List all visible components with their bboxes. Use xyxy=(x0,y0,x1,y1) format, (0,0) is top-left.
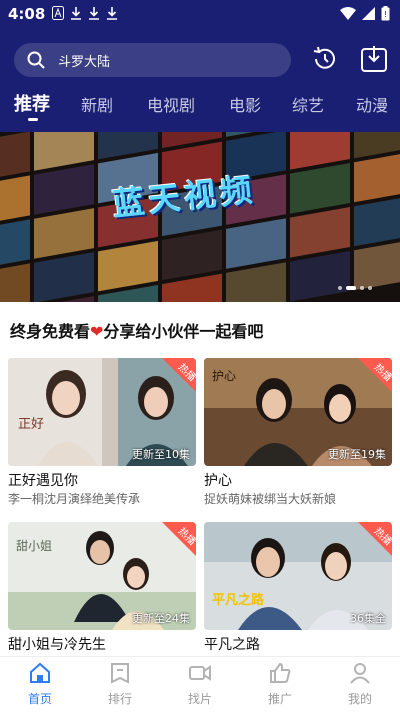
heart-icon: ❤ xyxy=(90,322,104,341)
tab-movies[interactable]: 电影 xyxy=(229,92,261,116)
hot-badge: 热播 xyxy=(358,522,392,556)
nav-home[interactable]: 首页 xyxy=(0,657,80,712)
app-notification-icon xyxy=(52,6,64,20)
section-title: 终身免费看❤分享给小伙伴一起看吧 xyxy=(10,318,263,342)
download-notification-icon xyxy=(71,7,81,20)
banner-dot xyxy=(338,286,342,290)
banner-carousel[interactable]: 蓝天视频 xyxy=(0,132,400,302)
person-icon xyxy=(350,663,370,684)
nav-label: 推广 xyxy=(267,692,292,706)
tab-recommend[interactable]: 推荐 xyxy=(14,90,50,116)
video-card[interactable]: 护心 热播 更新至19集 护心 捉妖萌妹被绑当大妖新娘 xyxy=(204,358,392,506)
video-card[interactable]: 甜小姐 热播 更新至24集 甜小姐与冷先生 xyxy=(8,522,196,653)
nav-label: 我的 xyxy=(347,692,372,706)
episode-count: 更新至24集 xyxy=(132,612,190,625)
top-header: 4:08 ! 斗罗大陆 推荐 新剧 电视剧 电影 综艺 动漫 xyxy=(0,0,400,132)
video-thumbnail[interactable]: 平凡之路 热播 36集全 xyxy=(204,522,392,630)
tab-anime[interactable]: 动漫 xyxy=(356,92,388,116)
banner-poster-wall xyxy=(0,132,400,302)
download-notification-icon xyxy=(89,7,99,20)
nav-promote[interactable]: 推广 xyxy=(240,657,320,712)
hot-badge: 热播 xyxy=(358,358,392,392)
active-tab-indicator xyxy=(28,118,38,121)
signal-icon xyxy=(362,7,375,20)
home-icon xyxy=(30,662,50,683)
banner-pagination xyxy=(338,286,372,290)
card-title[interactable]: 甜小姐与冷先生 xyxy=(8,634,106,654)
nav-label: 找片 xyxy=(187,692,212,706)
search-bar[interactable]: 斗罗大陆 xyxy=(14,43,291,77)
svg-text:平凡之路: 平凡之路 xyxy=(212,592,265,608)
episode-count: 36集全 xyxy=(350,612,386,625)
nav-ranking[interactable]: 排行 xyxy=(80,657,160,712)
search-icon xyxy=(27,51,45,69)
card-title[interactable]: 正好遇见你 xyxy=(8,470,78,490)
status-bar: 4:08 ! xyxy=(0,0,400,28)
wifi-icon xyxy=(340,7,356,20)
status-time: 4:08 xyxy=(8,5,46,23)
video-thumbnail[interactable]: 甜小姐 热播 更新至24集 xyxy=(8,522,196,630)
banner-dot xyxy=(360,286,364,290)
video-thumbnail[interactable]: 正好 热播 更新至10集 xyxy=(8,358,196,466)
svg-text:护心: 护心 xyxy=(212,369,236,383)
episode-count: 更新至19集 xyxy=(328,448,386,461)
svg-text:正好: 正好 xyxy=(18,417,44,432)
history-icon[interactable] xyxy=(310,44,340,74)
video-card[interactable]: 平凡之路 热播 36集全 平凡之路 xyxy=(204,522,392,653)
section-title-part2: 分享给小伙伴一起看吧 xyxy=(103,322,264,341)
system-status-icons: ! xyxy=(340,6,390,21)
tab-new-drama[interactable]: 新剧 xyxy=(81,92,113,116)
hot-badge: 热播 xyxy=(162,522,196,556)
card-subtitle: 捉妖萌妹被绑当大妖新娘 xyxy=(204,492,337,506)
card-subtitle: 李一桐沈月演绎绝美传承 xyxy=(8,492,141,506)
nav-profile[interactable]: 我的 xyxy=(320,657,400,712)
video-camera-icon xyxy=(189,665,211,681)
episode-count: 更新至10集 xyxy=(132,448,190,461)
video-thumbnail[interactable]: 护心 热播 更新至19集 xyxy=(204,358,392,466)
download-notification-icon xyxy=(107,7,117,20)
bottom-navigation: 首页 排行 找片 推广 我的 xyxy=(0,656,400,712)
section-title-part1: 终身免费看 xyxy=(10,322,91,341)
video-card[interactable]: 正好 热播 更新至10集 正好遇见你 李一桐沈月演绎绝美传承 xyxy=(8,358,196,506)
banner-dot xyxy=(368,286,372,290)
nav-find-movies[interactable]: 找片 xyxy=(160,657,240,712)
card-title[interactable]: 平凡之路 xyxy=(204,634,260,654)
ranking-icon xyxy=(111,663,129,684)
svg-text:!: ! xyxy=(384,10,387,19)
svg-text:甜小姐: 甜小姐 xyxy=(16,539,52,553)
thumbs-up-icon xyxy=(270,662,291,683)
tab-variety[interactable]: 综艺 xyxy=(292,92,324,116)
nav-label: 首页 xyxy=(27,692,52,706)
hot-badge: 热播 xyxy=(162,358,196,392)
banner-dot-active xyxy=(346,286,356,290)
card-title[interactable]: 护心 xyxy=(204,470,232,490)
category-tabs: 推荐 新剧 电视剧 电影 综艺 动漫 xyxy=(0,86,400,126)
download-icon[interactable] xyxy=(359,44,389,74)
tab-tv-series[interactable]: 电视剧 xyxy=(147,92,195,116)
search-text: 斗罗大陆 xyxy=(58,55,111,70)
notification-icons xyxy=(52,6,118,20)
battery-icon: ! xyxy=(381,6,390,21)
nav-label: 排行 xyxy=(107,692,132,706)
